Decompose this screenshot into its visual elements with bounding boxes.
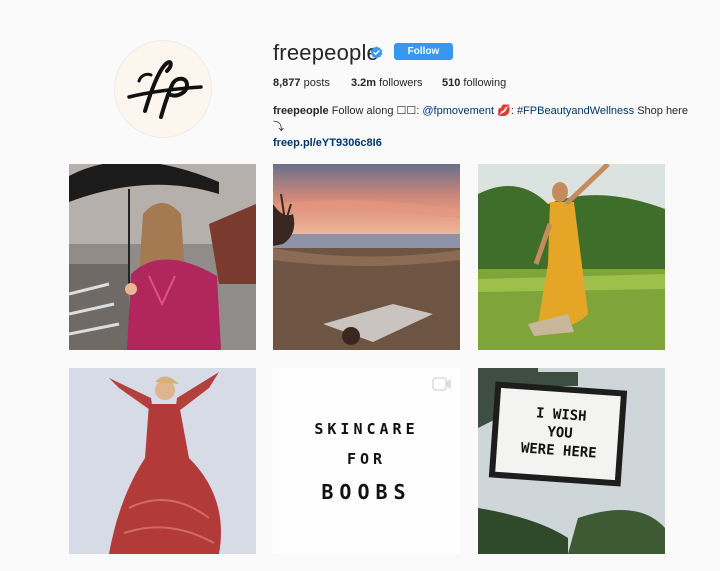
posts-count: 8,877 (273, 77, 301, 89)
following-count: 510 (442, 77, 461, 89)
bio-website-link[interactable]: freep.pl/eYT9306c8I6 (273, 135, 693, 151)
following-label: following (463, 77, 507, 89)
followers-stat[interactable]: 3.2m followers (351, 77, 423, 89)
profile-avatar[interactable] (114, 40, 212, 138)
following-stat[interactable]: 510 following (442, 77, 506, 89)
bio-hashtag-link[interactable]: #FPBeautyandWellness (517, 105, 634, 117)
post-text-line-1: SKINCARE (314, 420, 419, 438)
post-image-yellow-dress (478, 164, 665, 350)
verified-badge-icon (370, 46, 383, 59)
bio-text-2: 💋: (494, 105, 517, 117)
post-thumbnail[interactable] (69, 368, 256, 554)
post-text-line-2: FOR (346, 450, 387, 468)
bio-name: freepeople (273, 105, 329, 117)
post-thumbnail[interactable] (273, 164, 460, 350)
posts-label: posts (303, 77, 330, 89)
post-image-beach-sunset (273, 164, 460, 350)
fp-logo (127, 60, 203, 119)
post-thumbnail[interactable]: I WISH YOU WERE HERE (478, 368, 665, 554)
bio-text-1: Follow along ☐☐: (328, 105, 423, 117)
post-thumbnail[interactable]: SKINCARE FOR BOOBS (273, 368, 460, 554)
followers-count: 3.2m (351, 77, 377, 89)
followers-label: followers (379, 77, 423, 89)
post-thumbnail[interactable] (478, 164, 665, 350)
posts-stat: 8,877 posts (273, 77, 330, 89)
post-image-red-dress (69, 368, 256, 554)
bio-mention-link[interactable]: @fpmovement (422, 105, 494, 117)
post-image-umbrella-woman (69, 164, 256, 350)
profile-username: freepeople (273, 40, 379, 65)
post-image-marquee-sign (478, 368, 665, 554)
follow-button[interactable]: Follow (394, 43, 453, 60)
video-camera-icon (432, 377, 451, 391)
profile-bio: freepeople Follow along ☐☐: @fpmovement … (273, 103, 693, 151)
post-text-line-3: BOOBS (321, 480, 412, 504)
post-thumbnail[interactable] (69, 164, 256, 350)
